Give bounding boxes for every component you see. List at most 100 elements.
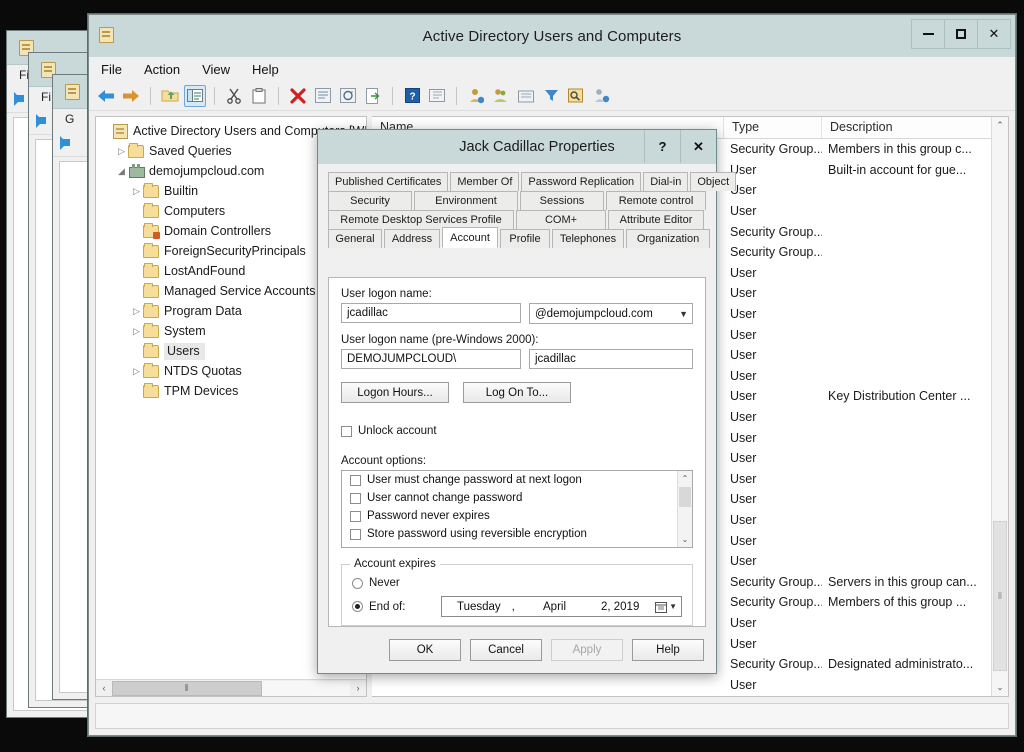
expander-icon[interactable]: ▷ [130,326,143,337]
tab-general[interactable]: General [328,229,382,248]
minimize-button[interactable] [911,19,945,49]
tab-sessions[interactable]: Sessions [520,191,604,210]
maximize-button[interactable] [944,19,978,49]
expiration-date-picker[interactable]: Tuesday , April 2, 2019 ▼ [441,596,682,617]
account-option-row[interactable]: User cannot change password [342,489,692,507]
unlock-account-checkbox[interactable] [341,426,352,437]
account-option-label: User cannot change password [367,492,522,504]
new-group-icon[interactable] [490,85,512,107]
cut-icon[interactable] [223,85,245,107]
log-on-to-button[interactable]: Log On To... [463,382,571,403]
close-button[interactable]: ✕ [977,19,1011,49]
scroll-down-button[interactable]: ⌄ [992,679,1008,696]
never-radio[interactable] [352,578,363,589]
back-arrow-icon[interactable] [61,136,78,150]
new-ou-icon[interactable] [515,85,537,107]
expander-icon[interactable]: ▷ [130,306,143,317]
account-option-row[interactable]: Password never expires [342,507,692,525]
table-row[interactable]: User [372,695,1008,697]
back-arrow-icon[interactable] [95,85,117,107]
tab-password-replication[interactable]: Password Replication [521,172,641,191]
column-header-type[interactable]: Type [724,117,822,138]
dialog-tab-strip: Published CertificatesMember OfPassword … [328,172,706,248]
tab-attribute-editor[interactable]: Attribute Editor [608,210,704,229]
scroll-down-button[interactable]: ⌄ [678,532,692,547]
tab-member-of[interactable]: Member Of [450,172,519,191]
account-option-checkbox[interactable] [350,475,361,486]
menu-view[interactable]: View [202,62,230,77]
cell-type: User [724,431,822,445]
scroll-thumb[interactable]: ⦀ [112,681,262,696]
export-list-icon[interactable] [362,85,384,107]
status-bar [95,703,1009,729]
scroll-up-button[interactable]: ⌃ [992,117,1008,134]
show-hide-tree-icon[interactable] [184,85,206,107]
end-of-radio[interactable] [352,601,363,612]
help-button[interactable]: Help [632,639,704,661]
ok-button[interactable]: OK [389,639,461,661]
account-option-row[interactable]: Store password using reversible encrypti… [342,525,692,543]
cell-type: User [724,266,822,280]
properties-icon[interactable] [312,85,334,107]
account-options-list[interactable]: User must change password at next logon U… [341,470,693,548]
tab-environment[interactable]: Environment [414,191,518,210]
upn-suffix-select[interactable]: @demojumpcloud.com ▼ [529,303,693,324]
account-option-checkbox[interactable] [350,529,361,540]
options-scrollbar[interactable]: ⌃ ⌄ [677,471,692,547]
expander-icon[interactable]: ▷ [130,366,143,377]
find-icon[interactable] [565,85,587,107]
expander-icon[interactable]: ▷ [130,186,143,197]
tree-horizontal-scrollbar[interactable]: ‹ ⦀ › [96,679,366,696]
account-option-checkbox[interactable] [350,511,361,522]
scroll-right-button[interactable]: › [350,681,366,696]
new-user-icon[interactable] [465,85,487,107]
tab-telephones[interactable]: Telephones [552,229,624,248]
delete-icon[interactable] [287,85,309,107]
calendar-icon[interactable]: ▼ [653,601,677,613]
help-icon[interactable]: ? [401,85,423,107]
dialog-titlebar: Jack Cadillac Properties ? ✕ [318,130,716,164]
tab-dial-in[interactable]: Dial-in [643,172,688,191]
scroll-up-button[interactable]: ⌃ [678,471,692,486]
cell-type: Security Group... [724,225,822,239]
scroll-thumb[interactable] [679,487,691,507]
logon-name-label: User logon name: [341,288,693,300]
tree-item-label: demojumpcloud.com [149,164,264,178]
table-row[interactable]: User [372,674,1008,695]
menu-action[interactable]: Action [144,62,180,77]
show-hide-console-tree-icon[interactable] [426,85,448,107]
dialog-close-button[interactable]: ✕ [680,130,716,163]
cancel-button[interactable]: Cancel [470,639,542,661]
tab-security[interactable]: Security [328,191,412,210]
scroll-thumb[interactable]: ⦀ [993,521,1007,671]
account-option-row[interactable]: User must change password at next logon [342,471,692,489]
column-header-description[interactable]: Description [822,117,1008,138]
tab-published-certificates[interactable]: Published Certificates [328,172,448,191]
tab-address[interactable]: Address [384,229,440,248]
paste-icon[interactable] [248,85,270,107]
tab-remote-control[interactable]: Remote control [606,191,706,210]
pre2000-domain-input[interactable]: DEMOJUMPCLOUD\ [341,349,521,369]
forward-arrow-icon[interactable] [120,85,142,107]
tab-profile[interactable]: Profile [500,229,550,248]
tab-organization[interactable]: Organization [626,229,710,248]
menu-help[interactable]: Help [252,62,279,77]
logon-name-input[interactable]: jcadillac [341,303,521,323]
tab-object[interactable]: Object [690,172,736,191]
account-option-checkbox[interactable] [350,493,361,504]
scroll-track[interactable] [262,681,350,696]
tab-account[interactable]: Account [442,227,498,248]
filter-icon[interactable] [540,85,562,107]
expander-icon[interactable]: ◢ [115,166,128,177]
up-folder-icon[interactable] [159,85,181,107]
pre2000-name-input[interactable]: jcadillac [529,349,693,369]
dialog-help-button[interactable]: ? [644,130,680,163]
expander-icon[interactable]: ▷ [115,146,128,157]
list-vertical-scrollbar[interactable]: ⌃ ⦀ ⌄ [991,117,1008,696]
tab-com[interactable]: COM+ [516,210,606,229]
add-members-icon[interactable] [590,85,612,107]
logon-hours-button[interactable]: Logon Hours... [341,382,449,403]
scroll-left-button[interactable]: ‹ [96,681,112,696]
refresh-icon[interactable] [337,85,359,107]
menu-file[interactable]: File [101,62,122,77]
